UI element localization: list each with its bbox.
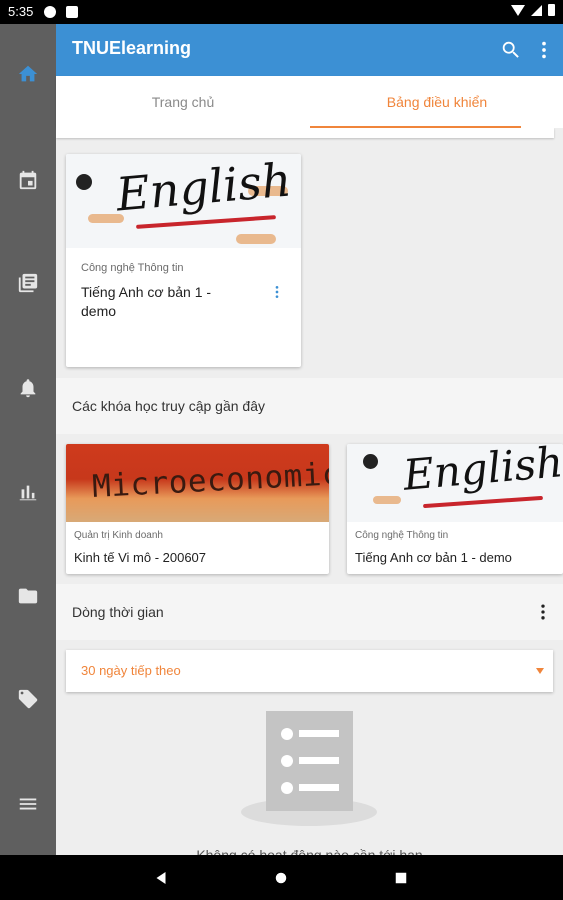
rail-files[interactable] (0, 572, 56, 620)
course-title[interactable]: Tiếng Anh cơ bản 1 - demo (81, 283, 231, 321)
timeline-header: Dòng thời gian (56, 584, 563, 640)
course-menu-button[interactable] (269, 281, 285, 303)
course-image-text: Microeconomics (91, 455, 329, 505)
timeline-title: Dòng thời gian (72, 604, 164, 620)
navigation-rail (0, 24, 56, 855)
timeline-menu-button[interactable] (533, 600, 553, 624)
tab-bar: Trang chủ Bảng điều khiển (56, 76, 563, 128)
overflow-menu-button[interactable] (532, 38, 556, 62)
messages-icon (18, 273, 38, 293)
rail-tags[interactable] (0, 675, 56, 723)
underline-decoration (423, 495, 543, 509)
tab-home-label: Trang chủ (151, 94, 215, 110)
search-icon (502, 41, 519, 58)
home-icon (18, 65, 38, 82)
previous-card-edge (56, 128, 554, 138)
course-category: Công nghệ Thông tin (355, 530, 449, 541)
rail-menu[interactable] (0, 780, 56, 828)
more-vert-icon (275, 286, 279, 298)
hand-decoration (373, 496, 401, 504)
course-image-text: English (113, 154, 294, 222)
home-button[interactable] (270, 867, 292, 889)
course-category: Công nghệ Thông tin (81, 262, 184, 274)
app-title: TNUElearning (72, 38, 192, 58)
course-card[interactable]: English Công nghệ Thông tin Tiếng Anh cơ… (66, 154, 301, 367)
cell-signal-icon (531, 4, 542, 16)
course-image: Microeconomics (66, 444, 329, 522)
course-image-text: English (401, 444, 563, 500)
hand-decoration (236, 234, 276, 244)
recent-courses-header: Các khóa học truy cập gần đây (56, 378, 563, 434)
notifications-icon (20, 379, 36, 398)
wifi-icon (511, 4, 525, 16)
home-circle-icon (275, 872, 287, 884)
course-progress-text: 0% (266, 365, 283, 367)
course-category: Quản trị Kinh doanh (74, 530, 163, 541)
app-screen: 5:35 TNUElearning Trang chủ Bảng điều kh… (0, 0, 563, 900)
status-time: 5:35 (8, 4, 34, 19)
back-icon (156, 872, 166, 884)
course-image: English (66, 154, 301, 248)
tab-home[interactable]: Trang chủ (56, 76, 310, 128)
app-toolbar: TNUElearning (56, 24, 563, 76)
system-navigation-bar (0, 855, 563, 900)
tab-dashboard-label: Bảng điều khiển (386, 94, 488, 110)
recents-button[interactable] (390, 867, 412, 889)
rail-notifications[interactable] (0, 364, 56, 412)
rail-messages[interactable] (0, 259, 56, 307)
status-right (511, 4, 555, 16)
notification-f-icon (66, 6, 78, 18)
empty-timeline-text: Không có hoạt động nào cần tới hạn (196, 847, 423, 855)
course-title[interactable]: Kinh tế Vi mô - 200607 (74, 548, 206, 567)
back-button[interactable] (150, 867, 172, 889)
notification-p-icon (44, 6, 56, 18)
course-image: English (347, 444, 563, 522)
dropdown-caret-icon (536, 668, 544, 674)
dashboard-content[interactable]: English Công nghệ Thông tin Tiếng Anh cơ… (56, 128, 563, 855)
tab-dashboard[interactable]: Bảng điều khiển (310, 76, 563, 128)
magnifier-icon (76, 174, 92, 190)
recents-square-icon (395, 872, 407, 884)
timeline-filter-value: 30 ngày tiếp theo (81, 663, 181, 678)
more-vert-icon (542, 41, 546, 59)
rail-calendar[interactable] (0, 156, 56, 204)
files-icon (18, 588, 38, 604)
search-button[interactable] (499, 38, 523, 62)
course-title[interactable]: Tiếng Anh cơ bản 1 - demo (355, 548, 512, 567)
more-vert-icon (541, 604, 545, 620)
timeline-filter-select[interactable]: 30 ngày tiếp theo (66, 650, 553, 692)
menu-icon (19, 798, 37, 810)
recent-course-card[interactable]: English Công nghệ Thông tin Tiếng Anh cơ… (347, 444, 563, 574)
tag-icon (18, 689, 38, 709)
recent-courses-title: Các khóa học truy cập gần đây (72, 398, 266, 414)
recent-course-card[interactable]: Microeconomics Quản trị Kinh doanh Kinh … (66, 444, 329, 574)
status-bar: 5:35 (0, 0, 563, 24)
rail-home[interactable] (0, 50, 56, 98)
magnifier-icon (363, 454, 378, 469)
calendar-icon (19, 170, 37, 190)
rail-grades[interactable] (0, 468, 56, 516)
battery-icon (548, 4, 555, 16)
empty-list-illustration (241, 711, 377, 826)
grades-icon (19, 485, 37, 501)
